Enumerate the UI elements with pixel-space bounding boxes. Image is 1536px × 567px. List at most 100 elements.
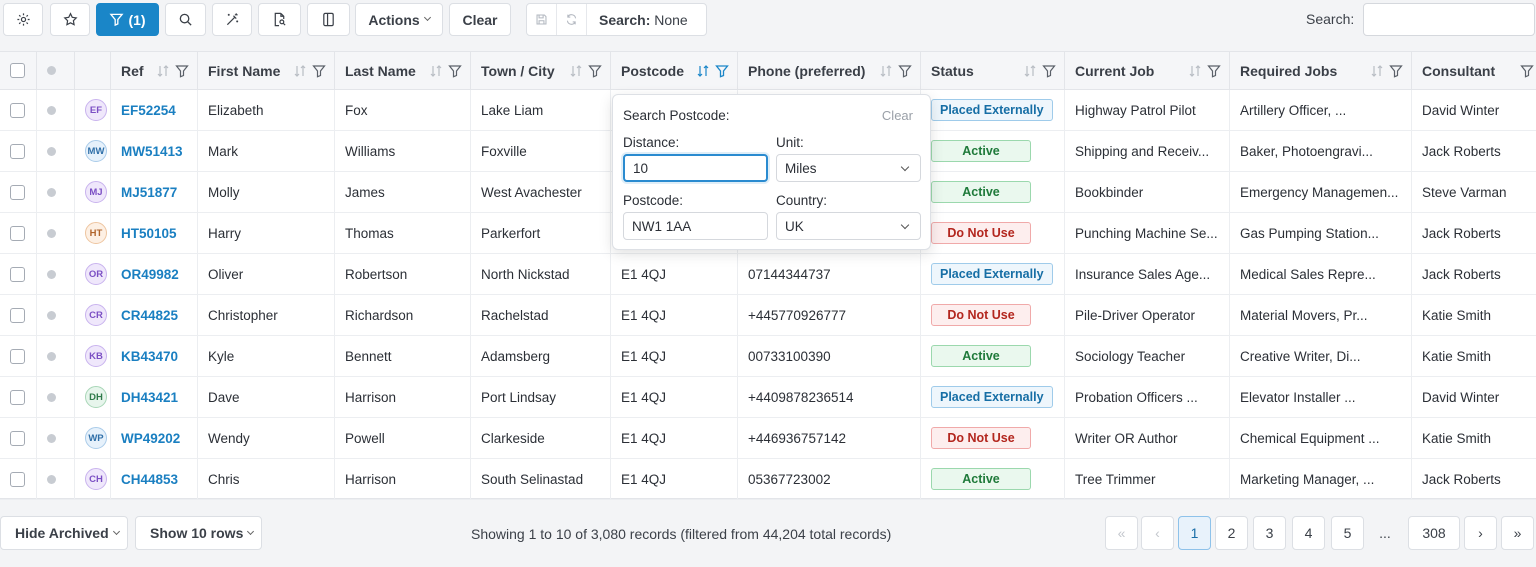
filter-icon[interactable] — [312, 64, 326, 78]
postcode-input[interactable]: NW1 1AA — [623, 212, 768, 240]
column-header-postcode[interactable]: Postcode — [611, 52, 738, 89]
page-button[interactable]: 5 — [1331, 516, 1364, 550]
sort-active-icon[interactable] — [696, 64, 710, 78]
sort-icon[interactable] — [1188, 64, 1202, 78]
columns-button[interactable] — [307, 3, 350, 36]
popover-clear-link[interactable]: Clear — [882, 108, 913, 123]
document-search-button[interactable] — [258, 3, 301, 36]
column-header-ref[interactable]: Ref — [111, 52, 198, 89]
filter-icon — [109, 13, 124, 27]
ref-link[interactable]: OR49982 — [121, 267, 179, 282]
filter-icon[interactable] — [1207, 64, 1221, 78]
rows-per-page-dropdown[interactable]: Show 10 rows — [135, 516, 262, 550]
cell-last: Powell — [335, 418, 471, 458]
select-all-checkbox[interactable] — [10, 63, 25, 78]
row-checkbox[interactable] — [10, 184, 25, 200]
column-header-last-name[interactable]: Last Name — [335, 52, 471, 89]
sort-icon[interactable] — [429, 64, 443, 78]
consultant-text: Katie Smith — [1422, 430, 1492, 446]
sort-icon[interactable] — [879, 64, 893, 78]
last-page-button[interactable]: » — [1501, 516, 1534, 550]
cell-required-jobs: Baker, Photoengravi... — [1230, 131, 1412, 171]
cell-phone: 05367723002 — [738, 459, 921, 499]
column-header-phone[interactable]: Phone (preferred) — [738, 52, 921, 89]
row-checkbox[interactable] — [10, 307, 25, 323]
cell-required-jobs: Creative Writer, Di... — [1230, 336, 1412, 376]
sort-icon[interactable] — [569, 64, 583, 78]
country-select[interactable]: UK — [776, 212, 921, 240]
page-button[interactable]: 4 — [1292, 516, 1325, 550]
cell-last: Williams — [335, 131, 471, 171]
column-header-required-jobs[interactable]: Required Jobs — [1230, 52, 1412, 89]
first-page-button[interactable]: « — [1105, 516, 1138, 550]
sort-icon[interactable] — [1023, 64, 1037, 78]
table-row[interactable]: KB KB43470 Kyle Bennett Adamsberg E1 4QJ 00733… — [0, 336, 1536, 377]
sort-icon[interactable] — [293, 64, 307, 78]
column-header-first-name[interactable]: First Name — [198, 52, 335, 89]
actions-dropdown[interactable]: Actions — [355, 3, 443, 36]
next-page-button[interactable]: › — [1464, 516, 1497, 550]
filter-icon[interactable] — [588, 64, 602, 78]
filter-button[interactable]: (1) — [96, 3, 159, 36]
row-checkbox[interactable] — [10, 266, 25, 282]
column-header-current-job[interactable]: Current Job — [1065, 52, 1230, 89]
table-row[interactable]: DH DH43421 Dave Harrison Port Lindsay E1 4QJ +… — [0, 377, 1536, 418]
ref-link[interactable]: DH43421 — [121, 390, 178, 405]
table-row[interactable]: WP WP49202 Wendy Powell Clarkeside E1 4QJ +446… — [0, 418, 1536, 459]
row-checkbox[interactable] — [10, 471, 25, 487]
ref-link[interactable]: EF52254 — [121, 103, 176, 118]
sort-icon[interactable] — [156, 64, 170, 78]
distance-input[interactable]: 10 — [623, 154, 768, 182]
row-checkbox[interactable] — [10, 102, 25, 118]
filter-active-icon[interactable] — [715, 64, 729, 78]
cell-current-job: Shipping and Receiv... — [1065, 131, 1230, 171]
page-button[interactable]: 1 — [1178, 516, 1211, 550]
ref-link[interactable]: CH44853 — [121, 472, 178, 487]
save-search-button[interactable] — [527, 4, 557, 35]
column-header-consultant[interactable]: Consultant — [1412, 52, 1536, 89]
column-header-status[interactable]: Status — [921, 52, 1065, 89]
magic-button[interactable] — [212, 3, 252, 36]
row-checkbox[interactable] — [10, 348, 25, 364]
filter-icon[interactable] — [175, 64, 189, 78]
ref-link[interactable]: WP49202 — [121, 431, 180, 446]
row-checkbox[interactable] — [10, 389, 25, 405]
table-row[interactable]: CH CH44853 Chris Harrison South Selinastad E1… — [0, 459, 1536, 500]
ref-link[interactable]: KB43470 — [121, 349, 178, 364]
table-row[interactable]: OR OR49982 Oliver Robertson North Nickstad E1… — [0, 254, 1536, 295]
row-checkbox[interactable] — [10, 430, 25, 446]
filter-icon[interactable] — [1520, 64, 1534, 78]
prev-page-button[interactable]: ‹ — [1141, 516, 1174, 550]
filter-icon[interactable] — [1389, 64, 1403, 78]
filter-icon[interactable] — [898, 64, 912, 78]
search-button[interactable] — [165, 3, 206, 36]
ref-link[interactable]: HT50105 — [121, 226, 177, 241]
archived-dropdown[interactable]: Hide Archived — [0, 516, 128, 550]
filter-icon[interactable] — [448, 64, 462, 78]
cell-postcode: E1 4QJ — [611, 336, 738, 376]
phone-text: +445770926777 — [748, 307, 846, 323]
table-row[interactable]: CR CR44825 Christopher Richardson Rachelstad… — [0, 295, 1536, 336]
unit-select[interactable]: Miles — [776, 154, 921, 182]
page-button[interactable]: 308 — [1408, 516, 1460, 550]
settings-button[interactable] — [3, 3, 43, 36]
saved-search-state[interactable]: Search: None — [587, 12, 688, 28]
cell-current-job: Punching Machine Se... — [1065, 213, 1230, 253]
reset-search-button[interactable] — [557, 4, 587, 35]
favourites-button[interactable] — [50, 3, 90, 36]
ref-link[interactable]: CR44825 — [121, 308, 178, 323]
column-header-town[interactable]: Town / City — [471, 52, 611, 89]
search-input[interactable] — [1363, 3, 1535, 36]
page-button[interactable]: 3 — [1253, 516, 1286, 550]
clear-button[interactable]: Clear — [449, 3, 511, 36]
ref-link[interactable]: MJ51877 — [121, 185, 177, 200]
required-jobs-text: Medical Sales Repre... — [1240, 266, 1376, 282]
sort-icon[interactable] — [1370, 64, 1384, 78]
row-checkbox[interactable] — [10, 143, 25, 159]
filter-icon[interactable] — [1042, 64, 1056, 78]
page-button[interactable]: 2 — [1215, 516, 1248, 550]
cell-dot — [37, 295, 75, 335]
row-checkbox[interactable] — [10, 225, 25, 241]
cell-phone: 07144344737 — [738, 254, 921, 294]
ref-link[interactable]: MW51413 — [121, 144, 183, 159]
